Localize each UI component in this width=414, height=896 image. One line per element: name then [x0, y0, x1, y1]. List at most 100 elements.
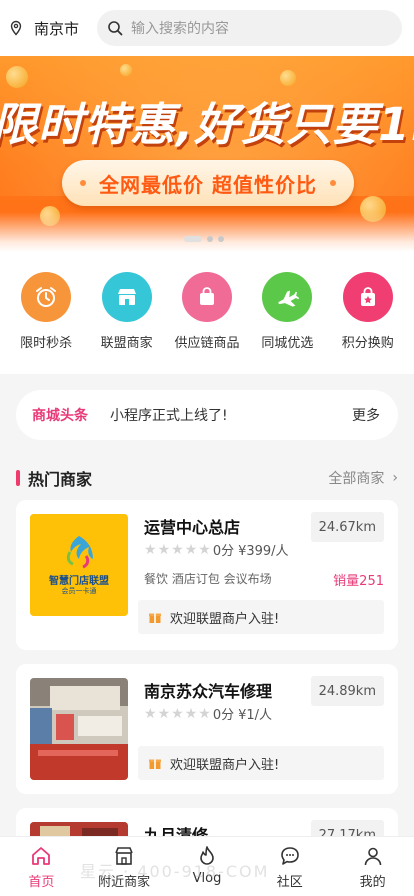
star-icon: ★: [144, 705, 157, 722]
shop-card[interactable]: 智慧门店联盟 会员一卡通 运营中心总店 24.67km ★ ★ ★ ★ ★ 0分 ¥39…: [16, 500, 398, 650]
promo-text: 欢迎联盟商户入驻!: [170, 611, 280, 627]
flame-icon: [196, 845, 218, 867]
nav-vlog[interactable]: Vlog: [167, 837, 247, 896]
promo-notice[interactable]: 欢迎联盟商户入驻!: [138, 746, 384, 780]
news-headline[interactable]: 小程序正式上线了!: [110, 405, 352, 425]
rating-row: ★ ★ ★ ★ ★ 0分 ¥399/人: [144, 540, 289, 560]
news-tag: 商城头条: [32, 408, 88, 424]
airplane-icon: [262, 272, 313, 322]
nav-community[interactable]: 社区: [250, 837, 330, 896]
alarm-clock-icon: [21, 272, 72, 322]
banner-subtitle: 全网最低价 超值性价比: [99, 172, 317, 197]
distance-badge: 24.89km: [310, 676, 384, 706]
rating-score: 0分: [212, 544, 235, 559]
promo-notice[interactable]: 欢迎联盟商户入驻!: [138, 600, 384, 634]
bottom-navigation: 首页 附近商家 Vlog 社区 我的: [0, 836, 414, 896]
star-icon: ★: [144, 541, 157, 558]
news-ticker[interactable]: 商城头条 小程序正式上线了! 更多: [16, 390, 398, 440]
thumb-label: 智慧门店联盟: [49, 576, 109, 587]
distance-badge: 24.67km: [310, 512, 384, 542]
all-merchants-label: 全部商家: [328, 471, 385, 487]
carousel-dot[interactable]: [218, 236, 224, 242]
category-points-exchange[interactable]: 积分换购: [329, 272, 407, 374]
category-label: 供应链商品: [174, 336, 240, 351]
shop-name: 运营中心总店: [144, 518, 241, 537]
star-icon: ★: [184, 541, 198, 558]
thumb-sublabel: 会员一卡通: [61, 587, 97, 595]
pill-dot: [330, 180, 336, 186]
coin-decoration: [280, 70, 296, 86]
nav-label: 附近商家: [98, 875, 151, 890]
promo-banner[interactable]: 限时特惠,好货只要1.9 全网最低价 超值性价比: [0, 56, 414, 252]
category-label: 同城优选: [261, 336, 314, 351]
shop-name: 南京苏众汽车修理: [144, 682, 273, 701]
store-icon: [101, 272, 152, 322]
category-flash-sale[interactable]: 限时秒杀: [7, 272, 85, 374]
shop-photo: [30, 678, 128, 780]
carousel-indicators: [184, 236, 224, 242]
section-title: 热门商家: [28, 470, 93, 489]
shop-thumbnail: 智慧门店联盟 会员一卡通: [30, 514, 128, 616]
banner-fade: [0, 212, 414, 252]
category-label: 积分换购: [341, 336, 394, 351]
shop-card[interactable]: 南京苏众汽车修理 24.89km ★ ★ ★ ★ ★ 0分 ¥1/人 欢迎联盟商户入驻!: [16, 664, 398, 794]
nav-home[interactable]: 首页: [1, 837, 81, 896]
pill-dot: [80, 180, 86, 186]
banner-title: 限时特惠,好货只要1.9: [0, 98, 414, 151]
price-per-person: ¥1/人: [238, 708, 273, 723]
news-more-link[interactable]: 更多: [352, 405, 380, 425]
shop-thumbnail: [30, 678, 128, 780]
category-grid: 限时秒杀 联盟商家 供应链商品 同城优选 积分换购: [0, 252, 414, 374]
star-rating: ★ ★ ★ ★ ★: [144, 543, 211, 557]
banner-subtitle-pill: 全网最低价 超值性价比: [62, 160, 354, 206]
carousel-dot[interactable]: [184, 236, 202, 242]
star-icon: ★: [171, 705, 184, 722]
star-icon: ★: [157, 705, 171, 722]
location-pin-icon[interactable]: [8, 20, 24, 36]
nav-label: Vlog: [192, 871, 222, 886]
category-label: 联盟商家: [100, 336, 153, 351]
sales-count: 销量251: [333, 574, 384, 589]
shop-icon: [113, 845, 135, 867]
category-supply-chain[interactable]: 供应链商品: [168, 272, 246, 374]
shopping-bag-icon: [181, 272, 232, 322]
chevron-right-icon: ›: [392, 470, 398, 486]
nav-mine[interactable]: 我的: [333, 837, 413, 896]
category-label: 限时秒杀: [20, 336, 73, 351]
hot-merchants-header: 热门商家 全部商家 ›: [16, 464, 398, 492]
gift-icon: [148, 756, 162, 770]
star-icon: ★: [171, 541, 184, 558]
nav-label: 社区: [276, 875, 303, 890]
rating-score: 0分: [212, 708, 235, 723]
points-bag-icon: [342, 272, 393, 322]
star-icon: ★: [198, 705, 211, 722]
star-rating: ★ ★ ★ ★ ★: [144, 707, 211, 721]
nav-label: 首页: [28, 875, 55, 890]
home-icon: [30, 845, 52, 867]
star-icon: ★: [184, 705, 198, 722]
coin-decoration: [120, 64, 132, 76]
top-bar: 南京市 输入搜索的内容: [0, 0, 414, 56]
user-icon: [362, 845, 384, 867]
gift-icon: [148, 610, 162, 624]
nav-label: 我的: [359, 875, 386, 890]
category-local-picks[interactable]: 同城优选: [248, 272, 326, 374]
shop-logo: [30, 514, 128, 616]
search-bar[interactable]: 输入搜索的内容: [97, 10, 402, 46]
carousel-dot[interactable]: [207, 236, 213, 242]
search-icon: [107, 20, 123, 36]
shop-tags: 餐饮 酒店订包 会议布场: [144, 572, 272, 586]
coin-decoration: [6, 66, 28, 88]
city-selector[interactable]: 南京市: [34, 18, 79, 39]
nav-nearby-merchants[interactable]: 附近商家: [84, 837, 164, 896]
category-alliance-merchants[interactable]: 联盟商家: [88, 272, 166, 374]
star-icon: ★: [198, 541, 211, 558]
chat-icon: [279, 845, 301, 867]
promo-text: 欢迎联盟商户入驻!: [170, 757, 280, 773]
star-icon: ★: [157, 541, 171, 558]
price-per-person: ¥399/人: [238, 544, 289, 559]
section-accent-bar: [16, 470, 20, 486]
all-merchants-link[interactable]: 全部商家 ›: [328, 468, 398, 488]
rating-row: ★ ★ ★ ★ ★ 0分 ¥1/人: [144, 704, 273, 724]
search-input[interactable]: 输入搜索的内容: [131, 18, 229, 38]
